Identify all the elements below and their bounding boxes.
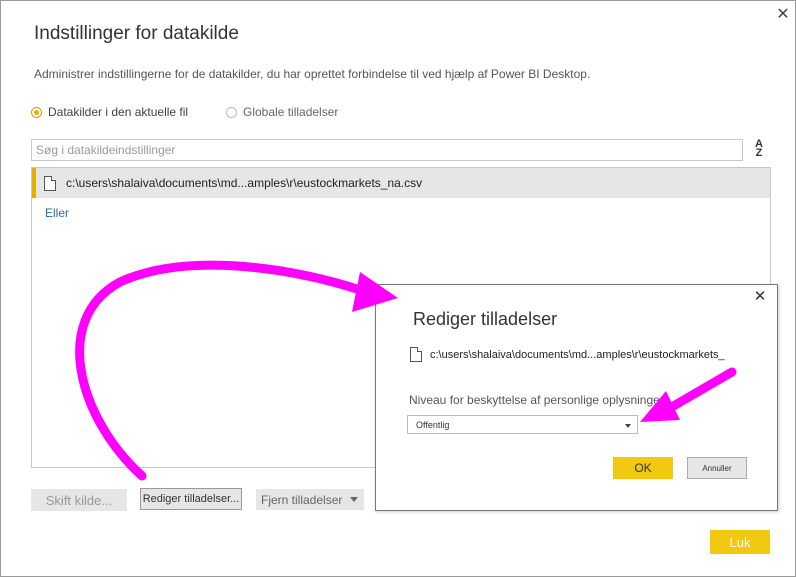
close-icon[interactable]: ✕ (773, 5, 793, 25)
radio-selected-icon[interactable] (31, 106, 42, 118)
search-input[interactable]: Søg i datakildeindstillinger (31, 139, 743, 161)
edit-permissions-button[interactable]: Rediger tilladelser... (140, 488, 242, 510)
radio-unselected-icon[interactable] (226, 106, 237, 118)
chevron-down-icon (625, 424, 631, 428)
dialog-title: Rediger tilladelser (413, 309, 558, 329)
radio-global-label: Globale tilladelser (243, 105, 339, 119)
list-item-label: c:\users\shalaiva\documents\md...amples\… (66, 176, 423, 190)
dialog-file-path: c:\users\shalaiva\documents\md...amples\… (410, 347, 725, 362)
eller-text: Eller (45, 206, 70, 220)
radio-current-label: Datakilder i den aktuelle fil (48, 105, 189, 119)
sort-az-button[interactable]: A Z (749, 138, 769, 160)
clear-permissions-label: Fjern tilladelser (261, 492, 343, 507)
sort-icon-bottom: Z (755, 147, 763, 159)
radio-current-file[interactable]: Datakilder i den aktuelle fil (31, 105, 188, 119)
file-icon (410, 347, 422, 362)
chevron-down-icon (350, 497, 358, 502)
cancel-button[interactable]: Annuller (687, 457, 747, 479)
close-button[interactable]: Luk (710, 530, 770, 554)
ok-button[interactable]: OK (613, 457, 673, 479)
radio-global-permissions[interactable]: Globale tilladelser (226, 105, 338, 119)
page-subtitle: Administrer indstillingerne for de datak… (34, 67, 591, 81)
close-icon[interactable]: ✕ (751, 288, 769, 306)
dialog-file-label: c:\users\shalaiva\documents\md...amples\… (430, 348, 725, 361)
edit-permissions-dialog: ✕ Rediger tilladelser c:\users\shalaiva\… (375, 284, 778, 511)
file-icon (44, 175, 56, 191)
clear-permissions-button[interactable]: Fjern tilladelser (256, 489, 364, 510)
change-source-button[interactable]: Skift kilde... (31, 489, 127, 511)
privacy-level-label: Niveau for beskyttelse af personlige opl… (409, 393, 664, 407)
privacy-level-select[interactable]: Offentlig (407, 415, 638, 434)
privacy-level-value: Offentlig (416, 420, 450, 430)
list-item[interactable]: c:\users\shalaiva\documents\md...amples\… (32, 168, 770, 198)
page-title: Indstillinger for datakilde (34, 23, 239, 44)
